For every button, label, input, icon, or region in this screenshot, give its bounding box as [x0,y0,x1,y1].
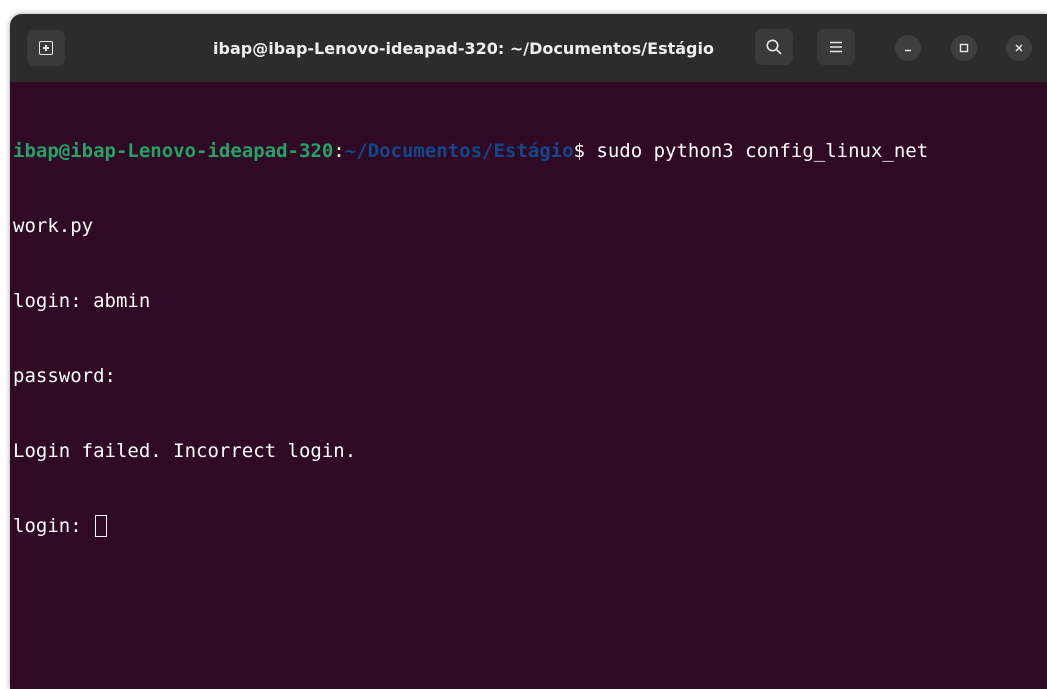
maximize-button[interactable] [951,35,977,61]
command-text: sudo python3 config_linux_net [584,140,929,162]
terminal-window: ibap@ibap-Lenovo-ideapad-320: ~/Document… [10,14,1047,689]
search-button[interactable] [755,29,793,65]
minimize-icon [905,49,911,52]
minimize-button[interactable] [895,35,921,61]
prompt-user: ibap@ibap-Lenovo-ideapad-320 [13,140,334,162]
prompt-separator: : [333,140,345,162]
terminal-output[interactable]: ibap@ibap-Lenovo-ideapad-320:~/Documento… [10,82,1047,689]
close-icon [1015,44,1023,52]
output-login-line: login: abmin [13,290,151,312]
output-error-line: Login failed. Incorrect login. [13,440,357,462]
text-cursor [95,515,108,537]
prompt-path: ~/Documentos/Estágio [344,140,574,162]
title-bar[interactable]: ibap@ibap-Lenovo-ideapad-320: ~/Document… [10,14,1047,82]
command-continuation: work.py [13,215,94,237]
hamburger-menu-icon [830,41,842,53]
search-icon [766,39,782,55]
close-button[interactable] [1006,35,1032,61]
terminal-scrollbar[interactable] [1039,82,1047,689]
login-prompt: login: [13,515,94,537]
prompt-symbol: $ [573,140,585,162]
output-password-line: password: [13,365,116,387]
current-input-line[interactable]: login: [13,514,1047,539]
command-line: ibap@ibap-Lenovo-ideapad-320:~/Documento… [13,139,1047,164]
menu-button[interactable] [817,29,855,65]
maximize-icon [959,43,969,53]
window-title: ibap@ibap-Lenovo-ideapad-320: ~/Document… [213,38,714,58]
